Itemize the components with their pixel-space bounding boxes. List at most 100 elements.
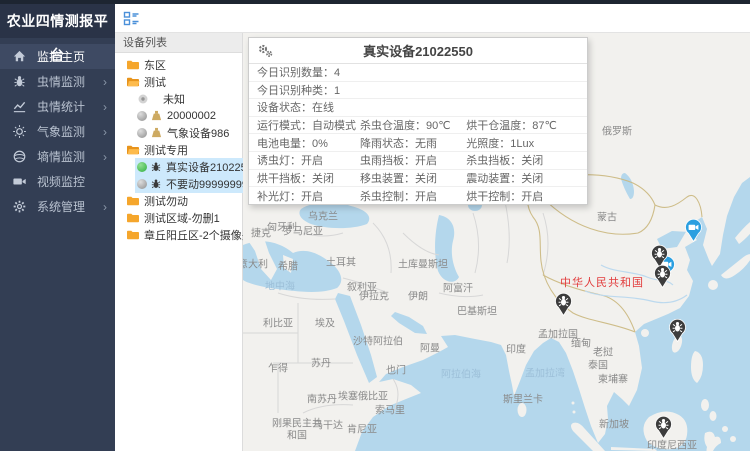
tree-item-label: 章丘阳丘区-2个摄像头 [144, 227, 253, 243]
soil-icon [12, 149, 27, 164]
popup-field: 杀虫挡板：关闭 [466, 152, 579, 168]
device-popup: 真实设备21022550 今日识别数量：4 今日识别种类：1设备状态：在线运行模式… [248, 37, 588, 205]
map-marker-camera-pin[interactable] [684, 218, 703, 242]
popup-field: 杀虫控制：开启 [360, 188, 466, 204]
popup-field: 今日识别种类：1 [257, 82, 579, 98]
sidebar-item-label: 视频监控 [37, 173, 107, 190]
bug-device-icon [150, 161, 162, 173]
folder-icon [126, 229, 140, 241]
popup-field: 电池电量：0% [257, 135, 360, 151]
bug-device-icon [150, 178, 162, 190]
popup-field: 今日识别数量：4 [257, 64, 579, 80]
tree-item-9[interactable]: 测试区域-勿删1 [115, 209, 242, 226]
chart-icon [12, 99, 27, 114]
sidebar-item-label: 墒情监测 [37, 148, 103, 165]
popup-field: 诱虫灯：开启 [257, 152, 360, 168]
popup-field: 降雨状态：无雨 [360, 135, 466, 151]
tree-item-8[interactable]: 测试勿动 [115, 192, 242, 209]
popup-row-1: 今日识别种类：1 [249, 82, 587, 100]
popup-row-2: 设备状态：在线 [249, 99, 587, 117]
tree-item-2[interactable]: 未知 [115, 90, 242, 107]
status-dot-gray [137, 128, 147, 138]
weather-icon [12, 124, 27, 139]
status-dot-gray [137, 179, 147, 189]
tree-item-label: 未知 [163, 91, 185, 107]
unknown-device-icon [137, 93, 149, 105]
sidebar-item-label: 气象监测 [37, 123, 103, 140]
tree-item-7[interactable]: 不要动99999999 [115, 175, 242, 192]
status-dot-gray [137, 111, 147, 121]
popup-row-0: 今日识别数量：4 [249, 64, 587, 82]
tree-item-10[interactable]: 章丘阳丘区-2个摄像头 [115, 226, 242, 243]
tree-item-6[interactable]: 真实设备21022550 [115, 158, 242, 175]
tree-item-label: 测试专用 [144, 142, 188, 158]
tree-item-label: 不要动99999999 [166, 176, 248, 192]
popup-field: 运行模式：自动模式 [257, 117, 360, 133]
folder-icon [126, 76, 140, 88]
sidebar-item-label: 系统管理 [37, 198, 103, 215]
popup-field: 烘干挡板：关闭 [257, 170, 360, 186]
topbar [115, 4, 750, 33]
popup-title: 真实设备21022550 [249, 41, 587, 60]
sidebar-item-3[interactable]: 气象监测› [0, 119, 115, 144]
tree-item-label: 测试区域-勿删1 [144, 210, 220, 226]
tree-item-label: 东区 [144, 57, 166, 73]
device-list-header: 设备列表 [115, 33, 242, 53]
sidebar: 农业四情测报平台 监控主页虫情监测›虫情统计›气象监测›墒情监测›视频监控系统管… [0, 4, 115, 451]
popup-row-4: 电池电量：0%降雨状态：无雨光照度：1Lux [249, 134, 587, 152]
tree-item-3[interactable]: 20000002 [115, 107, 242, 124]
map-marker-bug-pin[interactable] [654, 415, 673, 439]
app-window: 农业四情测报平台 监控主页虫情监测›虫情统计›气象监测›墒情监测›视频监控系统管… [0, 0, 750, 451]
popup-field: 震动装置：关闭 [466, 170, 579, 186]
popup-row-5: 诱虫灯：开启虫雨挡板：开启杀虫挡板：关闭 [249, 152, 587, 170]
folder-icon [126, 144, 140, 156]
popup-field: 补光灯：开启 [257, 188, 360, 204]
popup-field: 烘干仓温度：87℃ [466, 117, 579, 133]
video-icon [12, 174, 27, 189]
home-icon [12, 49, 27, 64]
tree-item-4[interactable]: 气象设备986 [115, 124, 242, 141]
tree-item-label: 20000002 [167, 110, 216, 122]
map-marker-bug-pin[interactable] [668, 318, 687, 342]
sidebar-item-5[interactable]: 视频监控 [0, 169, 115, 194]
popup-field: 光照度：1Lux [466, 135, 579, 151]
popup-field: 设备状态：在线 [257, 99, 579, 115]
popup-field: 虫雨挡板：开启 [360, 152, 466, 168]
chevron-right-icon: › [103, 150, 107, 164]
chevron-right-icon: › [103, 125, 107, 139]
device-panel: 设备列表 东区测试未知 20000002 气象设备986测试专用真实设备210225… [115, 33, 243, 451]
weather-station-icon [150, 127, 163, 138]
popup-body: 今日识别数量：4 今日识别种类：1设备状态：在线运行模式：自动模式杀虫仓温度：90… [249, 64, 587, 205]
chevron-right-icon: › [103, 100, 107, 114]
tree-item-5[interactable]: 测试专用 [115, 141, 242, 158]
sidebar-item-label: 监控主页 [37, 48, 107, 65]
sidebar-item-6[interactable]: 系统管理› [0, 194, 115, 219]
tree-item-1[interactable]: 测试 [115, 73, 242, 90]
folder-icon [126, 212, 140, 224]
sidebar-item-label: 虫情监测 [37, 73, 103, 90]
chevron-right-icon: › [103, 75, 107, 89]
device-tree: 东区测试未知 20000002 气象设备986测试专用真实设备21022550不要动… [115, 53, 242, 243]
sidebar-item-label: 虫情统计 [37, 98, 103, 115]
popup-field: 烘干控制：开启 [466, 188, 579, 204]
map-marker-bug-pin[interactable] [653, 264, 672, 288]
device-tree-toggle-icon[interactable] [123, 10, 140, 27]
sidebar-item-2[interactable]: 虫情统计› [0, 94, 115, 119]
tree-item-label: 气象设备986 [167, 125, 229, 141]
app-title: 农业四情测报平台 [0, 4, 115, 38]
map-canvas[interactable]: 俄罗斯蒙古中华人民共和国乌克兰捷克匈牙利罗马尼亚意大利希腊土耳其地中海叙利亚伊拉… [243, 33, 750, 451]
chevron-right-icon: › [103, 200, 107, 214]
popup-row-7: 补光灯：开启杀虫控制：开启烘干控制：开启 [249, 187, 587, 205]
folder-icon [126, 195, 140, 207]
popup-field: 杀虫仓温度：90℃ [360, 117, 466, 133]
map-marker-bug-pin[interactable] [554, 292, 573, 316]
popup-header: 真实设备21022550 [249, 38, 587, 64]
popup-row-6: 烘干挡板：关闭移虫装置：关闭震动装置：关闭 [249, 170, 587, 188]
sidebar-item-1[interactable]: 虫情监测› [0, 69, 115, 94]
settings-gears-icon[interactable] [257, 43, 273, 58]
bug-icon [12, 74, 27, 89]
weather-station-icon [150, 110, 163, 121]
sidebar-item-4[interactable]: 墒情监测› [0, 144, 115, 169]
tree-item-0[interactable]: 东区 [115, 56, 242, 73]
folder-icon [126, 59, 140, 71]
